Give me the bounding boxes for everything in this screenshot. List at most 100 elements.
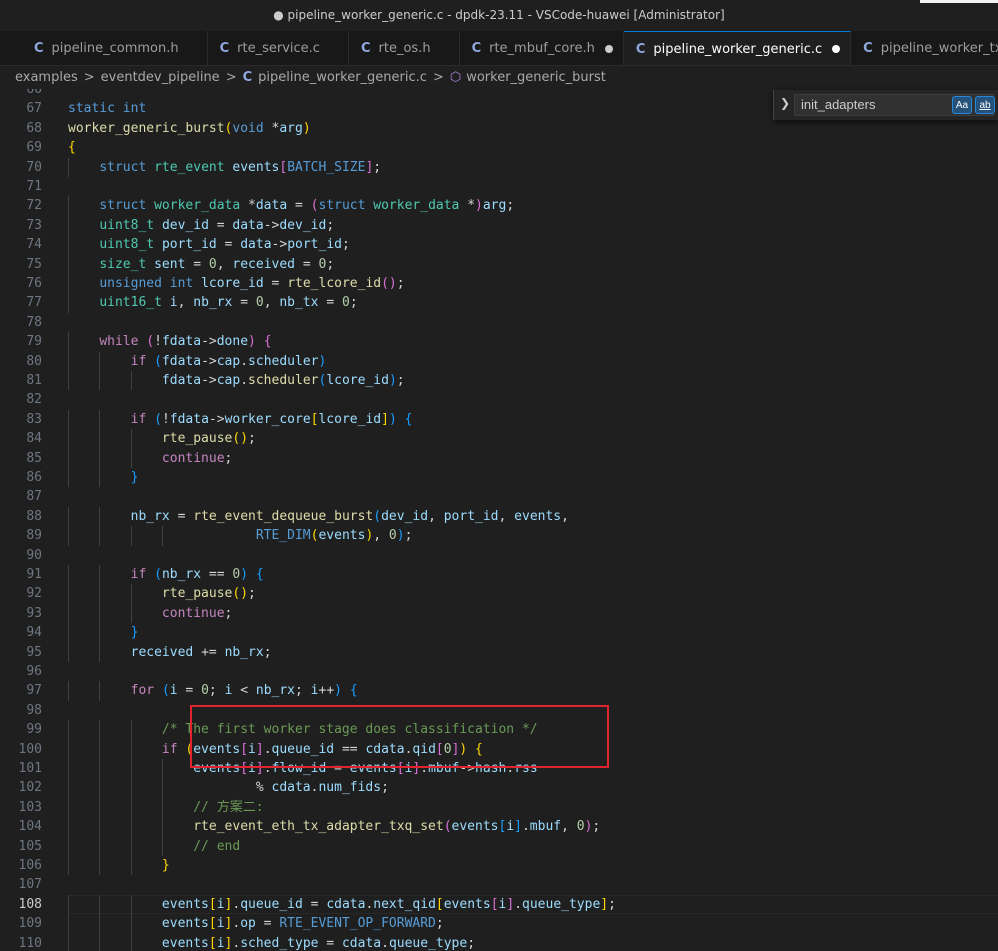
code-line[interactable]: 103 // 方案二: [0, 797, 998, 818]
code-token: [ [208, 935, 217, 951]
code-line[interactable]: 106 } [0, 856, 998, 876]
code-token: ++ [318, 683, 335, 699]
code-token: ) [302, 120, 311, 136]
indent-guide [99, 836, 101, 856]
code-line[interactable]: 102 % cdata.num_fids; [0, 778, 998, 798]
code-line[interactable]: 109 events[i].op = RTE_EVENT_OP_FORWARD; [0, 914, 998, 934]
code-editor[interactable]: 66 67 static int 68 worker_generic_burst(voi… [0, 89, 998, 951]
unsaved-dot-icon[interactable] [832, 45, 841, 53]
code-line[interactable]: 95 received += nb_rx; [0, 642, 998, 662]
code-token: ; [506, 198, 515, 214]
code-token: ; [592, 819, 601, 835]
code-line[interactable]: 71 [0, 177, 998, 196]
chevron-right-icon: > [432, 70, 444, 85]
code-token: ] [506, 896, 515, 912]
tab-rte-os-h[interactable]: Crte_os.h [348, 31, 460, 65]
breadcrumb-item-eventdev-pipeline[interactable]: eventdev_pipeline [101, 70, 220, 85]
code-token: struct [99, 198, 147, 214]
line-number: 77 [26, 295, 42, 311]
code-line[interactable]: 73 uint8_t dev_id = data->dev_id; [0, 215, 998, 236]
code-line[interactable]: 69 { [0, 138, 998, 157]
code-token: ( [154, 353, 162, 369]
code-line[interactable]: 107 [0, 875, 998, 894]
tab-label: rte_os.h [378, 41, 431, 56]
code-line[interactable]: 84 rte_pause(); [0, 429, 998, 449]
line-number: 100 [18, 741, 42, 757]
code-line[interactable]: 88 nb_rx = rte_event_dequeue_burst(dev_i… [0, 506, 998, 527]
code-token: lcore_id [326, 373, 389, 388]
code-line[interactable]: 97 for (i = 0; i < nb_rx; i++) { [0, 681, 998, 701]
code-line[interactable]: 90 [0, 546, 998, 565]
code-line[interactable]: 83 if (!fdata->worker_core[lcore_id]) { [0, 409, 998, 430]
indent-guide [130, 448, 132, 468]
code-line[interactable]: 80 if (fdata->cap.scheduler) [0, 351, 998, 371]
unsaved-dot-icon[interactable] [604, 44, 613, 53]
code-line[interactable]: 94 } [0, 623, 998, 643]
code-line[interactable]: 70 struct rte_event events[BATCH_SIZE]; [0, 157, 998, 177]
code-line[interactable]: 81 fdata->cap.scheduler(lcore_id); [0, 371, 998, 391]
code-line[interactable]: 75 size_t sent = 0, received = 0; [0, 254, 998, 274]
tab-rte-mbuf-core-h[interactable]: Crte_mbuf_core.h [459, 31, 624, 65]
code-line[interactable]: 87 [0, 487, 998, 506]
code-token: % [255, 780, 272, 796]
code-token: -> [201, 353, 217, 369]
code-text: worker_generic_burst(void *arg) [68, 119, 311, 138]
code-line[interactable]: 77 uint16_t i, nb_rx = 0, nb_tx = 0; [0, 293, 998, 313]
window-control-strip[interactable] [920, 0, 998, 3]
code-line[interactable]: 93 continue; [0, 603, 998, 624]
code-line[interactable]: 68 worker_generic_burst(void *arg) [0, 119, 998, 138]
breadcrumb-item-symbol[interactable]: worker_generic_burst [466, 70, 606, 85]
code-line[interactable]: 108 events[i].queue_id = cdata.next_qid[… [0, 894, 998, 915]
code-text: continue; [68, 449, 232, 468]
breadcrumb-item-examples[interactable]: examples [15, 70, 78, 85]
code-line[interactable]: 86 } [0, 468, 998, 488]
code-line[interactable]: 91 if (nb_rx == 0) { [0, 565, 998, 585]
code-token: fdata [169, 411, 209, 427]
code-line[interactable]: 79 while (!fdata->done) { [0, 332, 998, 352]
code-line[interactable]: 92 rte_pause(); [0, 584, 998, 604]
tab-pipeline-common-h[interactable]: Cpipeline_common.h [0, 31, 208, 65]
code-token: ; [326, 256, 335, 272]
expand-replace-chevron-icon[interactable]: ❯ [780, 96, 790, 110]
code-token: [ [208, 896, 217, 912]
code-token: ( [154, 411, 162, 427]
tab-rte-service-c[interactable]: Crte_service.c [207, 31, 349, 65]
code-token: ) [388, 411, 397, 427]
code-token: if [130, 411, 147, 427]
indent-guide [68, 468, 69, 488]
line-number: 84 [26, 431, 42, 447]
code-line[interactable]: 76 unsigned int lcore_id = rte_lcore_id(… [0, 274, 998, 294]
indent-guide [130, 836, 132, 856]
code-line[interactable]: 72 struct worker_data *data = (struct wo… [0, 196, 998, 216]
code-line[interactable]: 104 rte_event_eth_tx_adapter_txq_set(eve… [0, 817, 998, 837]
line-number: 103 [18, 799, 42, 815]
code-line[interactable]: 78 [0, 313, 998, 332]
code-line[interactable]: 110 events[i].sched_type = cdata.queue_t… [0, 933, 998, 951]
code-line[interactable]: 74 uint8_t port_id = data->port_id; [0, 235, 998, 255]
match-case-toggle[interactable]: Aa [952, 96, 972, 114]
code-line[interactable]: 85 continue; [0, 448, 998, 468]
tab-pipeline-worker-generic-c[interactable]: Cpipeline_worker_generic.c [623, 31, 852, 65]
code-line[interactable]: 89 RTE_DIM(events), 0); [0, 526, 998, 546]
code-token: fdata [161, 353, 202, 369]
code-line[interactable]: 96 [0, 662, 998, 681]
code-line[interactable]: 105 // end [0, 836, 998, 856]
indent-guide [130, 603, 132, 624]
code-token: ; [326, 217, 335, 233]
code-token: ( [161, 683, 170, 699]
code-token: , [498, 508, 515, 524]
code-token: ; [295, 683, 311, 699]
code-line[interactable]: 82 [0, 390, 998, 409]
code-token: for [130, 683, 155, 699]
code-token: , [373, 528, 389, 544]
code-token: int [122, 101, 147, 117]
breadcrumb-item-file[interactable]: pipeline_worker_generic.c [258, 70, 427, 85]
indent-guide [130, 371, 132, 391]
line-number: 68 [26, 120, 42, 136]
tab-pipeline-worker-tx-c[interactable]: Cpipeline_worker_tx.c [851, 31, 998, 65]
whole-word-toggle[interactable]: ab [975, 96, 995, 114]
